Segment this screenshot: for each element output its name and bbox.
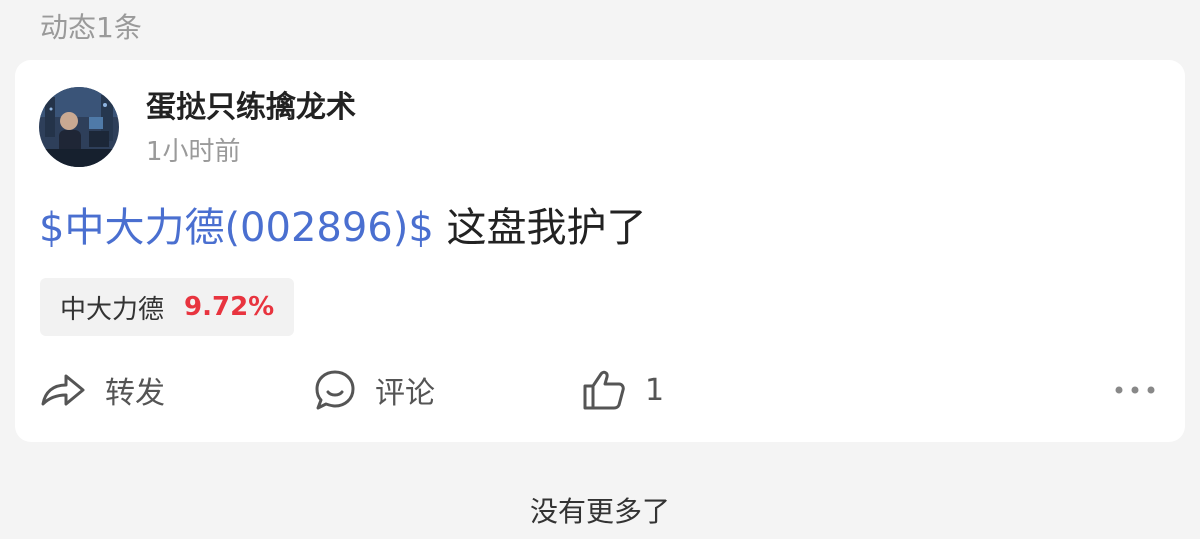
post-body-text: 这盘我护了 (433, 205, 647, 251)
post-content: $中大力德(002896)$ 这盘我护了 (39, 200, 647, 256)
post-card: 蛋挞只练擒龙术 1小时前 $中大力德(002896)$ 这盘我护了 中大力德 9… (15, 60, 1185, 442)
speech-bubble-icon (313, 368, 357, 412)
more-options-button[interactable] (1113, 364, 1157, 416)
thumbs-up-icon (581, 368, 627, 412)
stock-chip-change: 9.72% (184, 292, 275, 322)
share-arrow-icon (39, 370, 87, 410)
repost-label: 转发 (105, 376, 165, 411)
no-more-indicator: 没有更多了 (529, 495, 670, 528)
post-timestamp: 1小时前 (146, 137, 241, 167)
like-button[interactable]: 1 (581, 364, 664, 416)
stock-quote-chip[interactable]: 中大力德 9.72% (40, 278, 295, 336)
like-count: 1 (645, 372, 665, 408)
stock-chip-name: 中大力德 (60, 294, 165, 325)
stock-mention-link[interactable]: $中大力德(002896)$ (39, 205, 434, 251)
more-dots-icon (1113, 380, 1157, 400)
comment-label: 评论 (375, 376, 435, 411)
comment-button[interactable]: 评论 (313, 364, 435, 416)
username[interactable]: 蛋挞只练擒龙术 (146, 88, 356, 128)
avatar[interactable] (39, 87, 119, 167)
post-count-header: 动态1条 (40, 11, 142, 44)
repost-button[interactable]: 转发 (39, 364, 165, 416)
